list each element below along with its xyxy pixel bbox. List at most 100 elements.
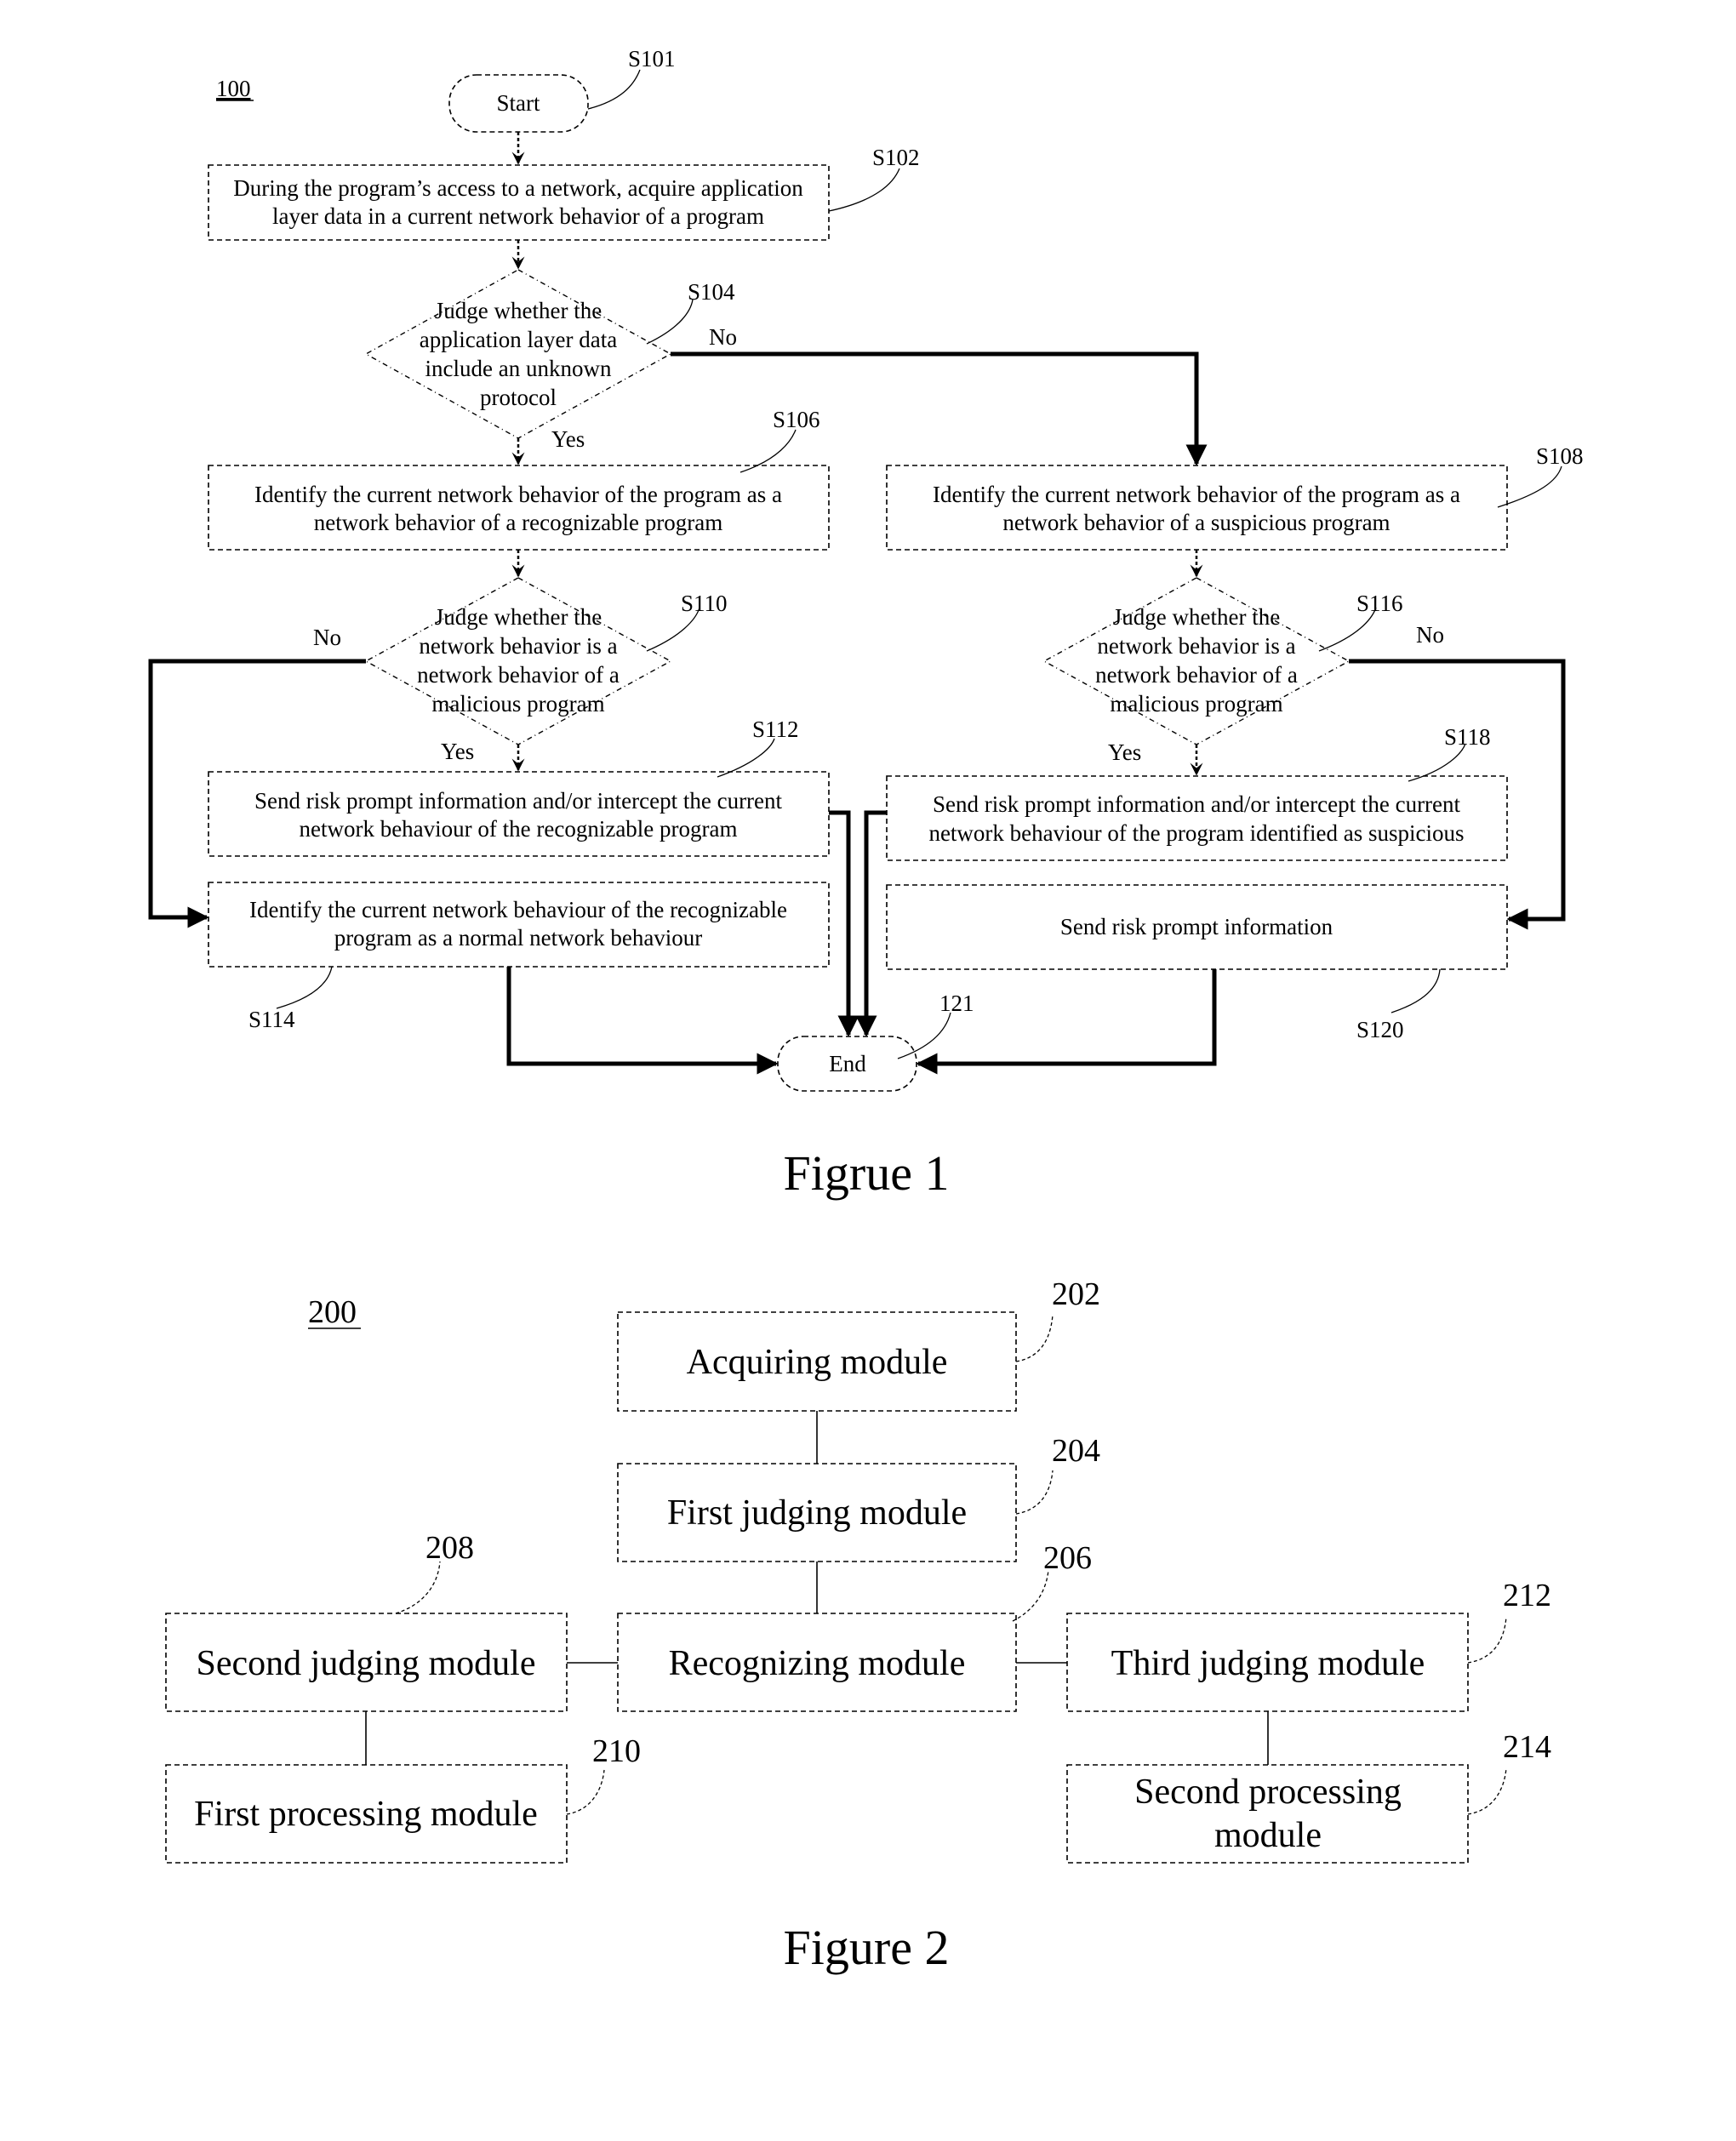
process-text: Send risk prompt information and/or inte… (933, 791, 1461, 817)
decision-s104: Judge whether the application layer data… (364, 269, 737, 452)
module-label: Recognizing module (669, 1644, 966, 1683)
module-label: Second judging module (197, 1644, 536, 1683)
leader-line (1015, 1314, 1054, 1362)
step-label-121: 121 (939, 991, 974, 1016)
process-text: Identify the current network behavior of… (933, 482, 1460, 507)
third-judging-module: Third judging module 212 (1066, 1578, 1551, 1712)
step-label-s110: S110 (681, 591, 728, 616)
leader-line (395, 1561, 441, 1614)
leader-line (276, 966, 333, 1009)
module-number-214: 214 (1503, 1729, 1551, 1765)
leader-line (1015, 1470, 1054, 1515)
module-number-210: 210 (592, 1733, 641, 1769)
process-text: During the program’s access to a network… (233, 175, 803, 201)
figure-2: 200 Acquiring module 202 First judging m… (165, 1276, 1551, 1975)
process-text: layer data in a current network behavior… (272, 203, 764, 229)
yes-label: Yes (441, 739, 474, 764)
step-label-s102: S102 (872, 145, 920, 170)
start-label: Start (497, 90, 540, 116)
decision-text: Judge whether the (435, 298, 602, 323)
step-label-s101: S101 (628, 46, 676, 71)
flow-arrow (829, 810, 859, 1037)
module-label: First processing module (194, 1795, 538, 1834)
end-label: End (829, 1051, 866, 1076)
figure-1-reference-number: 100 (216, 76, 251, 101)
module-number-204: 204 (1052, 1433, 1100, 1469)
process-box (208, 465, 830, 551)
decision-text: network behavior of a (1095, 662, 1298, 688)
process-text: program as a normal network behaviour (334, 925, 703, 951)
process-text: network behavior of a recognizable progr… (314, 510, 723, 535)
second-judging-module: Second judging module 208 (165, 1530, 568, 1712)
decision-diamond (364, 269, 672, 439)
recognizing-module: Recognizing module 206 (617, 1540, 1092, 1712)
decision-s116: Judge whether the network behavior is a … (1042, 577, 1444, 765)
decision-text: Judge whether the (435, 604, 602, 630)
acquiring-module: Acquiring module 202 (617, 1276, 1100, 1412)
leader-line (587, 69, 641, 110)
module-label: Second processing (1134, 1773, 1402, 1812)
decision-text: network behavior is a (419, 633, 617, 659)
process-box (208, 771, 830, 857)
module-label: Acquiring module (687, 1343, 948, 1382)
figure-2-caption: Figure 2 (784, 1920, 950, 1975)
leader-line (1467, 1767, 1507, 1815)
step-label-s118: S118 (1444, 724, 1491, 750)
step-label-s104: S104 (688, 279, 735, 305)
leader-line (828, 168, 900, 212)
flow-arrow-no (671, 351, 1208, 466)
step-label-s120: S120 (1356, 1017, 1404, 1042)
module-number-208: 208 (425, 1530, 474, 1566)
process-text: Send risk prompt information (1060, 914, 1333, 939)
leader-line (566, 1769, 605, 1815)
end-terminal: End 121 (777, 991, 974, 1092)
step-s102: During the program’s access to a network… (208, 145, 920, 241)
decision-text: protocol (480, 385, 557, 410)
process-text: network behavior of a suspicious program (1002, 510, 1390, 535)
module-label: Third judging module (1111, 1644, 1425, 1683)
module-label: First judging module (667, 1493, 967, 1533)
yes-label: Yes (1108, 739, 1141, 765)
leader-line (1391, 968, 1441, 1013)
decision-diamond (364, 577, 672, 745)
step-s108: Identify the current network behavior of… (886, 443, 1584, 551)
first-processing-module: First processing module 210 (165, 1733, 641, 1864)
leader-line (646, 299, 694, 345)
no-label: No (1416, 622, 1444, 648)
step-label-s114: S114 (248, 1007, 295, 1032)
process-box (886, 775, 1508, 861)
leader-line (1012, 1569, 1049, 1622)
step-s114: Identify the current network behaviour o… (208, 882, 830, 1032)
flow-arrow (855, 810, 887, 1037)
flow-arrow (506, 967, 779, 1075)
patent-drawing-sheet: 100 Start S101 During the program’s acce… (148, 46, 1584, 1975)
module-number-212: 212 (1503, 1578, 1551, 1613)
decision-text: application layer data (420, 327, 617, 352)
figure-2-reference-number: 200 (308, 1294, 357, 1330)
process-text: Identify the current network behavior of… (254, 482, 782, 507)
module-label: module (1214, 1816, 1322, 1855)
process-text: network behaviour of the recognizable pr… (299, 816, 737, 842)
step-label-s112: S112 (752, 717, 799, 742)
process-text: Identify the current network behaviour o… (249, 897, 787, 922)
start-terminal: Start S101 (448, 46, 676, 133)
decision-text: malicious program (1110, 691, 1282, 717)
yes-label: Yes (551, 426, 585, 452)
module-number-202: 202 (1052, 1276, 1100, 1312)
step-s120: Send risk prompt information S120 (886, 884, 1508, 1042)
figure-1-caption: Figrue 1 (784, 1145, 950, 1201)
decision-diamond (1042, 577, 1351, 745)
second-processing-module: Second processing module 214 (1066, 1729, 1551, 1864)
process-box (886, 465, 1508, 551)
decision-text: Judge whether the (1113, 604, 1280, 630)
step-label-s116: S116 (1356, 591, 1403, 616)
no-label: No (313, 625, 341, 650)
decision-text: include an unknown (425, 356, 612, 381)
step-label-s106: S106 (773, 407, 820, 432)
first-judging-module: First judging module 204 (617, 1433, 1100, 1562)
decision-text: network behavior is a (1097, 633, 1295, 659)
process-text: Send risk prompt information and/or inte… (254, 788, 783, 814)
step-label-s108: S108 (1536, 443, 1584, 469)
decision-text: malicious program (431, 691, 604, 717)
figure-1: 100 Start S101 During the program’s acce… (148, 46, 1584, 1201)
